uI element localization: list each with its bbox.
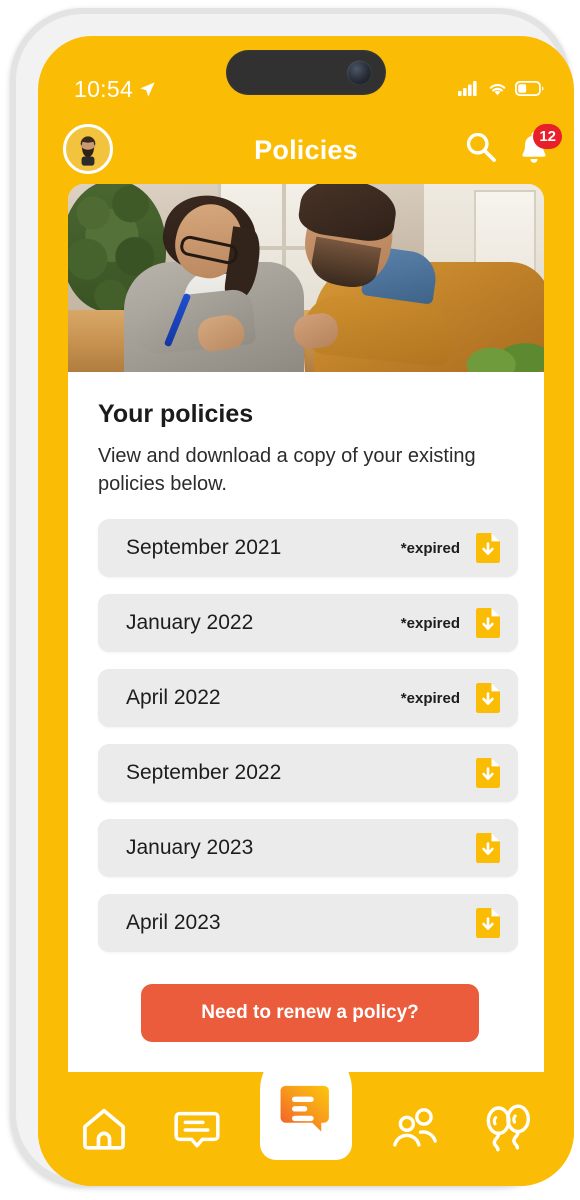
speech-bubble-e-icon [280, 1085, 329, 1132]
policy-row[interactable]: January 2022 *expired [98, 594, 518, 652]
front-camera-icon [347, 60, 372, 85]
status-indicators [458, 80, 544, 101]
wifi-icon [487, 80, 508, 101]
policy-row[interactable]: April 2023 [98, 894, 518, 952]
policy-row[interactable]: April 2022 *expired [98, 669, 518, 727]
content-card: Your policies View and download a copy o… [68, 184, 544, 1072]
policy-name: September 2022 [126, 761, 282, 784]
download-document-icon[interactable] [474, 682, 502, 714]
download-document-icon[interactable] [474, 757, 502, 789]
hero-person-left [124, 187, 310, 372]
policy-status-badge: *expired [400, 539, 460, 557]
search-icon[interactable] [464, 130, 498, 169]
app-header: Policies 12 [38, 114, 574, 192]
balloons-icon [482, 1102, 534, 1159]
policy-status-badge: *expired [400, 614, 460, 632]
cellular-signal-icon [458, 80, 480, 101]
policy-name: January 2023 [126, 836, 254, 859]
phone-frame-inner: 10:54 Policies 12 Your policies View and… [16, 14, 574, 1186]
policy-name: September 2021 [126, 536, 282, 559]
policy-row[interactable]: September 2022 [98, 744, 518, 802]
policy-status-badge: *expired [400, 689, 460, 707]
hero-foreground-plant [466, 324, 544, 372]
section-subtitle: View and download a copy of your existin… [98, 445, 476, 495]
download-document-icon[interactable] [474, 607, 502, 639]
nav-item-messages[interactable] [167, 1100, 227, 1160]
nav-item-assistant-fab[interactable] [260, 1044, 352, 1160]
phone-frame: 10:54 Policies 12 Your policies View and… [10, 8, 574, 1186]
phone-screen: 10:54 Policies 12 Your policies View and… [38, 36, 574, 1186]
nav-item-home[interactable] [74, 1100, 134, 1160]
battery-icon [514, 80, 544, 101]
section-title: Your policies [98, 400, 254, 428]
header-actions: 12 [464, 123, 562, 169]
download-document-icon[interactable] [474, 907, 502, 939]
nav-item-community[interactable] [385, 1100, 445, 1160]
policy-name: April 2022 [126, 686, 221, 709]
notification-bell-icon[interactable]: 12 [516, 123, 562, 169]
location-arrow-icon [138, 80, 157, 104]
policy-row[interactable]: January 2023 [98, 819, 518, 877]
status-bar: 10:54 [38, 36, 574, 114]
hero-image [68, 184, 544, 372]
policy-name: January 2022 [126, 611, 254, 634]
nav-item-rewards[interactable] [478, 1100, 538, 1160]
policy-row[interactable]: September 2021 *expired [98, 519, 518, 577]
home-icon [78, 1102, 130, 1159]
people-icon [389, 1102, 441, 1159]
dynamic-island [226, 50, 386, 95]
policy-list: September 2021 *expired January 2022 *expir… [98, 519, 518, 969]
download-document-icon[interactable] [474, 532, 502, 564]
notification-badge: 12 [533, 123, 562, 149]
bottom-navigation [38, 1044, 574, 1186]
policy-name: April 2023 [126, 911, 221, 934]
chat-icon [172, 1103, 222, 1158]
status-time: 10:54 [74, 76, 134, 102]
download-document-icon[interactable] [474, 832, 502, 864]
renew-policy-button[interactable]: Need to renew a policy? [141, 984, 479, 1042]
